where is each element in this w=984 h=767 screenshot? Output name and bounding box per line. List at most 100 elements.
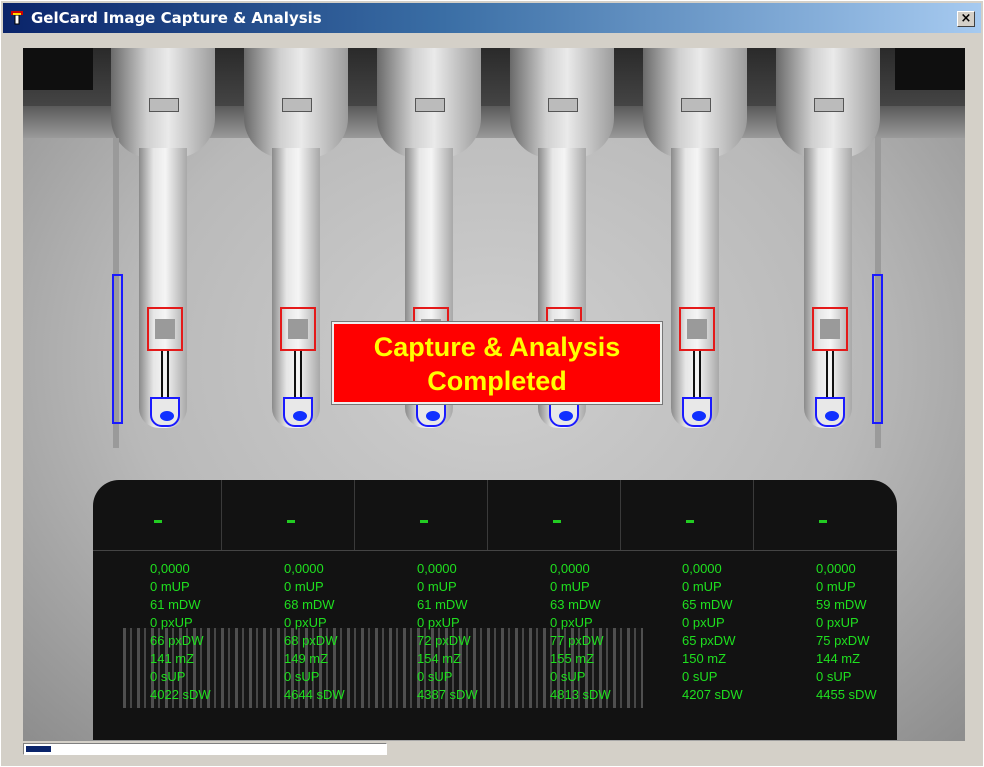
banner-line-1: Capture & Analysis <box>373 332 621 362</box>
tube-head <box>244 48 348 158</box>
banner-line-2: Completed <box>427 366 567 396</box>
detection-box <box>147 307 183 351</box>
status-banner: Capture & Analysis Completed <box>332 322 662 404</box>
tube-notch <box>415 98 445 112</box>
tube-head <box>776 48 880 158</box>
readout-value: 0 mUP <box>284 579 324 594</box>
tube-notch <box>149 98 179 112</box>
readout-value: 0,0000 <box>284 561 324 576</box>
card-corner-left <box>23 48 93 90</box>
readout-value: 4644 sDW <box>284 687 345 702</box>
gelcard-app-icon <box>11 11 23 25</box>
readout-value: 0 mUP <box>417 579 457 594</box>
gelcard-image: Capture & Analysis Completed 0,0000 0 mU… <box>23 48 965 741</box>
result-status-dash <box>819 520 827 523</box>
gel-band <box>687 319 707 339</box>
readout-value: 61 mDW <box>417 597 468 612</box>
readout-column-4: 0,0000 0 mUP 63 mDW 0 pxUP 77 pxDW 155 m… <box>550 560 670 704</box>
tube-head <box>111 48 215 158</box>
pellet-marker <box>283 397 313 427</box>
tube-head <box>510 48 614 158</box>
close-button[interactable]: × <box>957 11 975 27</box>
readout-value: 4022 sDW <box>150 687 211 702</box>
readout-value: 0,0000 <box>417 561 457 576</box>
reference-marker-right <box>872 274 883 424</box>
gel-band <box>155 319 175 339</box>
readout-value: 149 mZ <box>284 651 329 666</box>
measure-line <box>826 351 834 397</box>
pellet-marker <box>682 397 712 427</box>
readout-value: 144 mZ <box>816 651 861 666</box>
readout-value: 66 pxDW <box>150 633 204 648</box>
readout-value: 0 sUP <box>816 669 852 684</box>
readout-value: 0 pxUP <box>682 615 725 630</box>
readout-column-1: 0,0000 0 mUP 61 mDW 0 pxUP 66 pxDW 141 m… <box>150 560 270 704</box>
readout-value: 0 mUP <box>150 579 190 594</box>
label-panel-rule <box>93 550 897 551</box>
card-corner-right <box>895 48 965 90</box>
readout-value: 150 mZ <box>682 651 727 666</box>
readout-value: 0,0000 <box>150 561 190 576</box>
readout-value: 0 pxUP <box>816 615 859 630</box>
readout-value: 68 mDW <box>284 597 335 612</box>
readout-value: 77 pxDW <box>550 633 604 648</box>
readout-value: 0 mUP <box>550 579 590 594</box>
measure-line <box>161 351 169 397</box>
window-title: GelCard Image Capture & Analysis <box>31 9 322 27</box>
result-status-dash <box>686 520 694 523</box>
label-divider <box>753 480 754 550</box>
readout-column-3: 0,0000 0 mUP 61 mDW 0 pxUP 72 pxDW 154 m… <box>417 560 537 704</box>
tube-notch <box>814 98 844 112</box>
tube-notch <box>282 98 312 112</box>
tube-notch <box>681 98 711 112</box>
readout-value: 0 pxUP <box>284 615 327 630</box>
readout-value: 75 pxDW <box>816 633 870 648</box>
readout-value: 63 mDW <box>550 597 601 612</box>
pellet <box>160 411 174 421</box>
readout-value: 0,0000 <box>816 561 856 576</box>
readout-value: 65 mDW <box>682 597 733 612</box>
readout-value: 155 mZ <box>550 651 595 666</box>
detection-box <box>679 307 715 351</box>
detection-box <box>280 307 316 351</box>
readout-value: 72 pxDW <box>417 633 471 648</box>
result-status-dash <box>420 520 428 523</box>
readout-value: 0,0000 <box>682 561 722 576</box>
reference-marker-left <box>112 274 123 424</box>
readout-value: 0 mUP <box>682 579 722 594</box>
readout-value: 154 mZ <box>417 651 462 666</box>
tube-notch <box>548 98 578 112</box>
readout-value: 61 mDW <box>150 597 201 612</box>
pellet <box>293 411 307 421</box>
readout-column-6: 0,0000 0 mUP 59 mDW 0 pxUP 75 pxDW 144 m… <box>816 560 936 704</box>
readout-value: 0 sUP <box>550 669 586 684</box>
readout-value: 0 pxUP <box>150 615 193 630</box>
pellet-marker <box>150 397 180 427</box>
label-divider <box>221 480 222 550</box>
readout-value: 68 pxDW <box>284 633 338 648</box>
readout-column-5: 0,0000 0 mUP 65 mDW 0 pxUP 65 pxDW 150 m… <box>682 560 802 704</box>
readout-value: 0 sUP <box>284 669 320 684</box>
pellet <box>825 411 839 421</box>
readout-value: 4207 sDW <box>682 687 743 702</box>
readout-value: 4455 sDW <box>816 687 877 702</box>
progress-bar <box>23 743 387 755</box>
readout-value: 4387 sDW <box>417 687 478 702</box>
gel-band <box>288 319 308 339</box>
readout-value: 59 mDW <box>816 597 867 612</box>
title-bar[interactable]: GelCard Image Capture & Analysis × <box>3 3 981 33</box>
readout-value: 0,0000 <box>550 561 590 576</box>
measure-line <box>693 351 701 397</box>
result-status-dash <box>287 520 295 523</box>
readout-value: 4813 sDW <box>550 687 611 702</box>
detection-box <box>812 307 848 351</box>
pellet <box>692 411 706 421</box>
progress-fill <box>26 746 51 752</box>
gel-band <box>820 319 840 339</box>
readout-value: 0 pxUP <box>417 615 460 630</box>
label-divider <box>620 480 621 550</box>
readout-value: 0 sUP <box>150 669 186 684</box>
pellet-marker <box>815 397 845 427</box>
app-window: GelCard Image Capture & Analysis × Captu… <box>0 0 984 767</box>
label-divider <box>354 480 355 550</box>
